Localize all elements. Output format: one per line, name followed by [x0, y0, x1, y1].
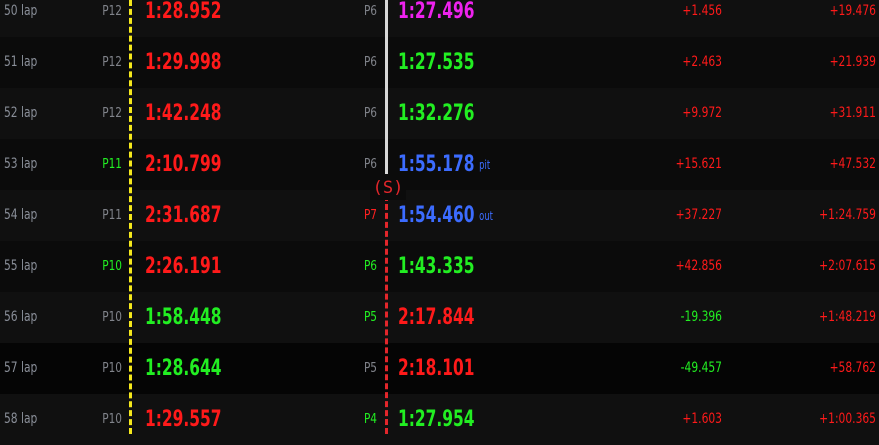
- driver-b-position: P6: [363, 4, 377, 19]
- driver-a-lap-time: 1:42.248: [145, 101, 222, 126]
- pit-out-tag: out: [479, 208, 493, 223]
- driver-a-position: P11: [102, 157, 122, 172]
- cumulative-gap: +2:07.615: [819, 258, 876, 274]
- driver-a-lap-time: 1:29.998: [145, 50, 222, 75]
- lap-delta: +9.972: [682, 105, 722, 121]
- driver-b-lap-time: 1:54.460 out: [398, 203, 493, 228]
- driver-a-stint-line: [129, 0, 132, 434]
- pit-stop-marker: (S): [370, 176, 406, 200]
- cumulative-gap: +1:48.219: [819, 309, 876, 325]
- lap-delta: +2.463: [682, 54, 722, 70]
- driver-b-position: P6: [363, 259, 377, 274]
- cumulative-gap: +1:24.759: [819, 207, 876, 223]
- driver-b-lap-time: 2:18.101: [398, 356, 475, 381]
- lap-delta: -49.457: [680, 360, 722, 376]
- driver-a-lap-time: 2:26.191: [145, 254, 222, 279]
- driver-a-position: P12: [102, 106, 122, 121]
- cumulative-gap: +58.762: [829, 360, 876, 376]
- lap-delta: +1.456: [682, 3, 722, 19]
- driver-b-lap-time: 1:43.335: [398, 254, 475, 279]
- driver-b-lap-time: 2:17.844: [398, 305, 475, 330]
- lap-delta: +1.603: [682, 411, 722, 427]
- driver-a-lap-time: 2:10.799: [145, 152, 222, 177]
- driver-a-lap-time: 1:28.644: [145, 356, 222, 381]
- cumulative-gap: +21.939: [829, 54, 876, 70]
- driver-a-lap-time: 1:28.952: [145, 0, 222, 24]
- driver-a-lap-time: 1:58.448: [145, 305, 222, 330]
- driver-a-position: P10: [102, 412, 122, 427]
- driver-a-position: P11: [102, 208, 122, 223]
- lap-number: 52 lap: [4, 105, 38, 121]
- driver-b-stint-line: [385, 0, 388, 174]
- driver-b-position: P4: [363, 412, 377, 427]
- driver-a-lap-time: 2:31.687: [145, 203, 222, 228]
- driver-a-position: P10: [102, 259, 122, 274]
- driver-a-position: P12: [102, 4, 122, 19]
- lap-number: 51 lap: [4, 54, 38, 70]
- driver-a-position: P10: [102, 310, 122, 325]
- driver-b-lap-time: 1:27.954: [398, 407, 475, 432]
- lap-delta: +37.227: [675, 207, 722, 223]
- cumulative-gap: +31.911: [829, 105, 876, 121]
- driver-b-new-stint-line: [385, 195, 388, 434]
- driver-b-position: P5: [363, 361, 377, 376]
- lap-number: 56 lap: [4, 309, 38, 325]
- lap-number: 54 lap: [4, 207, 38, 223]
- lap-number: 55 lap: [4, 258, 38, 274]
- driver-b-lap-time: 1:27.535: [398, 50, 475, 75]
- driver-b-lap-time: 1:27.496: [398, 0, 475, 24]
- driver-b-position: P6: [363, 106, 377, 121]
- lap-number: 50 lap: [4, 3, 38, 19]
- driver-a-position: P12: [102, 55, 122, 70]
- cumulative-gap: +1:00.365: [819, 411, 876, 427]
- cumulative-gap: +19.476: [829, 3, 876, 19]
- cumulative-gap: +47.532: [829, 156, 876, 172]
- pit-in-tag: pit: [479, 157, 491, 172]
- driver-b-lap-time: 1:55.178 pit: [398, 152, 491, 177]
- driver-b-position: P5: [363, 310, 377, 325]
- lap-delta: +42.856: [675, 258, 722, 274]
- lap-delta: +15.621: [675, 156, 722, 172]
- driver-a-position: P10: [102, 361, 122, 376]
- lap-delta: -19.396: [680, 309, 722, 325]
- driver-b-lap-time: 1:32.276: [398, 101, 475, 126]
- driver-a-lap-time: 1:29.557: [145, 407, 222, 432]
- lap-number: 53 lap: [4, 156, 38, 172]
- lap-number: 57 lap: [4, 360, 38, 376]
- driver-b-position: P6: [363, 55, 377, 70]
- lap-number: 58 lap: [4, 411, 38, 427]
